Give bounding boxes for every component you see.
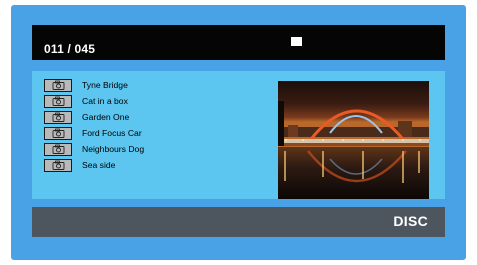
list-item[interactable]: Ford Focus Car xyxy=(44,125,144,141)
camera-icon xyxy=(44,142,72,156)
list-item[interactable]: Sea side xyxy=(44,157,144,173)
camera-icon xyxy=(44,126,72,140)
tv-screen-frame: 011 / 045 Tyne Bridge Cat in a box Garde… xyxy=(11,5,466,260)
source-label: DISC xyxy=(393,213,428,229)
list-item-label: Sea side xyxy=(82,160,116,170)
header-bar: 011 / 045 xyxy=(32,25,445,60)
camera-icon xyxy=(44,158,72,172)
playlist-panel: Tyne Bridge Cat in a box Garden One Ford… xyxy=(32,71,445,199)
list-item-label: Ford Focus Car xyxy=(82,128,142,138)
list-item[interactable]: Tyne Bridge xyxy=(44,77,144,93)
track-counter: 011 / 045 xyxy=(44,42,96,56)
list-item[interactable]: Neighbours Dog xyxy=(44,141,144,157)
photo-list: Tyne Bridge Cat in a box Garden One Ford… xyxy=(44,77,144,173)
list-item-label: Garden One xyxy=(82,112,130,122)
list-item-label: Cat in a box xyxy=(82,96,128,106)
list-item[interactable]: Cat in a box xyxy=(44,93,144,109)
stop-icon[interactable] xyxy=(291,37,302,46)
camera-icon xyxy=(44,110,72,124)
photo-preview-tyne-bridge xyxy=(278,81,429,199)
camera-icon xyxy=(44,78,72,92)
list-item-label: Tyne Bridge xyxy=(82,80,128,90)
list-item-label: Neighbours Dog xyxy=(82,144,145,154)
list-item[interactable]: Garden One xyxy=(44,109,144,125)
camera-icon xyxy=(44,94,72,108)
source-bar: DISC xyxy=(32,207,445,237)
photo-preview xyxy=(278,81,429,199)
